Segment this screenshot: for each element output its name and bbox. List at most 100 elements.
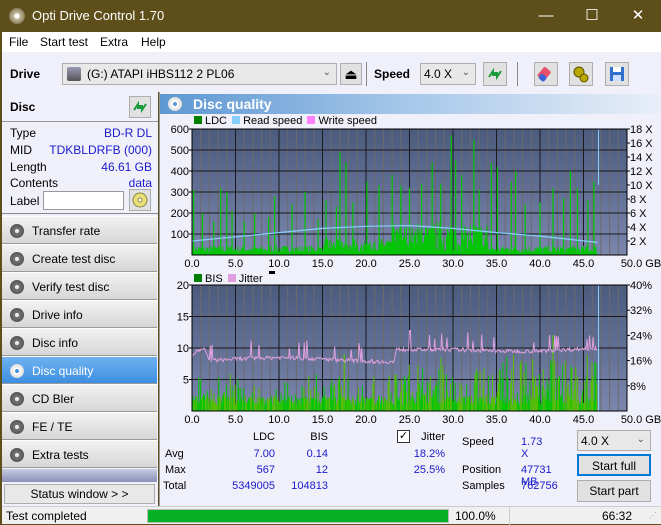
nav-transfer-rate[interactable]: Transfer rate <box>2 216 157 244</box>
status-window-button[interactable]: Status window > > <box>4 484 155 504</box>
test-speed-select[interactable]: 4.0 X ⌄ <box>577 430 651 451</box>
nav-label: FE / TE <box>32 420 73 434</box>
x-tick-label: 50.0 GB <box>621 414 661 423</box>
drive-select[interactable]: (G:) ATAPI iHBS112 2 PL06 ⌄ <box>62 63 337 85</box>
ldc-chart: 0.0 5.0 10.0 15.0 20.0 25.0 30.0 35.0 40.0 45.0 50… <box>171 124 661 267</box>
y-tick-label: 300 <box>171 187 189 199</box>
y2-tick-label: 8 X <box>630 194 647 206</box>
x-tick-label: 30.0 <box>442 258 463 267</box>
menu-start-test[interactable]: Start test <box>40 35 88 49</box>
minimize-button[interactable]: — <box>523 1 569 32</box>
menu-file[interactable]: File <box>9 35 28 49</box>
start-part-button[interactable]: Start part <box>577 480 651 502</box>
nav-disc-info[interactable]: Disc info <box>2 328 157 356</box>
disc-label-button[interactable] <box>129 189 151 211</box>
y2-tick-label: 40% <box>630 280 652 292</box>
y-tick-label: 600 <box>171 124 189 136</box>
x-tick-label: 10.0 <box>268 414 289 423</box>
chevron-down-icon: ⌄ <box>461 67 470 78</box>
nav-disc-quality[interactable]: Disc quality <box>2 356 157 384</box>
transfer-rate-icon <box>10 224 24 238</box>
y2-tick-label: 12 X <box>630 166 653 178</box>
nav-extra-tests[interactable]: Extra tests <box>2 440 157 468</box>
create-disc-icon <box>10 252 24 266</box>
x-tick-label: 25.0 <box>399 414 420 423</box>
refresh-arrows-icon <box>133 100 147 114</box>
floppy-disk-icon <box>610 67 624 81</box>
window-title: Opti Drive Control 1.70 <box>32 8 165 23</box>
nav-label: Verify test disc <box>32 280 110 294</box>
resize-grip-icon[interactable]: ⋰ <box>649 511 657 520</box>
position-label: Position <box>462 464 502 476</box>
chevron-down-icon: ⌄ <box>322 67 331 78</box>
x-tick-label: 45.0 <box>573 414 594 423</box>
col-bis: BIS <box>310 431 328 443</box>
maximize-button[interactable]: ☐ <box>569 1 615 32</box>
menu-extra[interactable]: Extra <box>100 35 128 49</box>
disc-contents-label: Contents <box>10 176 59 190</box>
eject-button[interactable]: ⏏ <box>340 63 362 85</box>
nav-label: Transfer rate <box>32 224 101 238</box>
menu-bar: File Start test Extra Help <box>2 32 661 52</box>
settings-button[interactable] <box>569 62 593 86</box>
drive-info-icon <box>10 308 24 322</box>
disc-quality-icon <box>168 97 182 111</box>
disc-info-icon <box>10 336 24 350</box>
y2-tick-label: 2 X <box>630 236 647 248</box>
disc-header: Disc <box>10 100 36 114</box>
nav-label: Disc info <box>32 336 79 350</box>
x-tick-label: 5.0 <box>228 414 243 423</box>
avg-label: Avg <box>165 448 184 460</box>
disc-contents-value: data <box>128 176 152 190</box>
sidebar: Disc Type BD-R DL MID TDKBLDRFB (000) Le… <box>2 92 158 510</box>
x-tick-label: 15.0 <box>312 414 333 423</box>
nav-label: Extra tests <box>32 448 89 462</box>
start-full-button[interactable]: Start full <box>577 454 651 476</box>
y-tick-label: 20 <box>177 280 189 292</box>
refresh-arrows-icon <box>488 67 502 81</box>
x-tick-label: 10.0 <box>268 258 289 267</box>
y-tick-label: 10 <box>177 343 189 355</box>
jitter-checkbox[interactable]: ✓ <box>397 430 410 443</box>
erase-button[interactable] <box>534 62 558 86</box>
x-tick-label: 20.0 <box>355 258 376 267</box>
divider <box>509 507 510 525</box>
x-tick-label: 0.0 <box>184 414 199 423</box>
drive-value: (G:) ATAPI iHBS112 2 PL06 <box>87 67 235 81</box>
y2-tick-label: 6 X <box>630 208 647 220</box>
divider <box>2 121 158 122</box>
x-tick-label: 45.0 <box>573 258 594 267</box>
jitter-label: Jitter <box>421 431 445 443</box>
avg-bis: 0.14 <box>306 448 328 460</box>
drive-icon <box>67 67 81 81</box>
disc-refresh-button[interactable] <box>129 96 151 118</box>
menu-help[interactable]: Help <box>141 35 166 49</box>
max-label: Max <box>165 464 186 476</box>
progress-label: 100.0% <box>455 509 496 523</box>
y-tick-label: 500 <box>171 145 189 157</box>
max-ldc: 567 <box>256 464 275 476</box>
y2-tick-label: 16 X <box>630 138 653 150</box>
nav-create-test-disc[interactable]: Create test disc <box>2 244 157 272</box>
refresh-button[interactable] <box>483 62 507 86</box>
close-button[interactable]: ✕ <box>615 1 661 32</box>
save-button[interactable] <box>605 62 629 86</box>
x-tick-label: 5.0 <box>228 258 243 267</box>
nav-cd-bler[interactable]: CD Bler <box>2 384 157 412</box>
total-bis: 104813 <box>291 480 328 492</box>
disc-length-value: 46.61 GB <box>101 160 152 174</box>
total-ldc: 5349005 <box>232 480 275 492</box>
disc-label-input[interactable] <box>43 191 124 210</box>
status-text: Test completed <box>6 509 87 523</box>
progress-bar <box>147 509 449 523</box>
nav-verify-test-disc[interactable]: Verify test disc <box>2 272 157 300</box>
y2-tick-label: 32% <box>630 305 652 317</box>
nav-drive-info[interactable]: Drive info <box>2 300 157 328</box>
y2-tick-label: 14 X <box>630 152 653 164</box>
x-tick-label: 35.0 <box>486 258 507 267</box>
y-tick-label: 100 <box>171 229 189 241</box>
speed-select[interactable]: 4.0 X ⌄ <box>420 63 476 85</box>
nav-fe-te[interactable]: FE / TE <box>2 412 157 440</box>
speed-label: Speed <box>462 436 494 448</box>
max-jitter: 25.5% <box>413 464 445 476</box>
